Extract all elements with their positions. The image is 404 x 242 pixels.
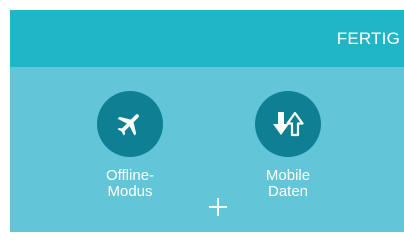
offline-mode-toggle[interactable] [97, 91, 163, 157]
tile-label-mobile-data: Mobile Daten [265, 167, 311, 200]
plus-icon[interactable] [206, 195, 230, 219]
quick-settings-panel: FERTIG Offline- Modus Mobile Daten [10, 10, 404, 232]
airplane-icon [117, 114, 139, 136]
tile-mobile-data[interactable]: Mobile Daten [233, 91, 343, 200]
done-button[interactable]: FERTIG [327, 10, 404, 67]
mobile-data-icon [273, 111, 304, 137]
panel-header: FERTIG [10, 10, 404, 67]
quick-settings-body: Offline- Modus Mobile Daten [10, 67, 404, 232]
mobile-data-toggle[interactable] [255, 91, 321, 157]
tile-label-offline-mode: Offline- Modus [105, 167, 155, 200]
tile-offline-mode[interactable]: Offline- Modus [75, 91, 185, 200]
